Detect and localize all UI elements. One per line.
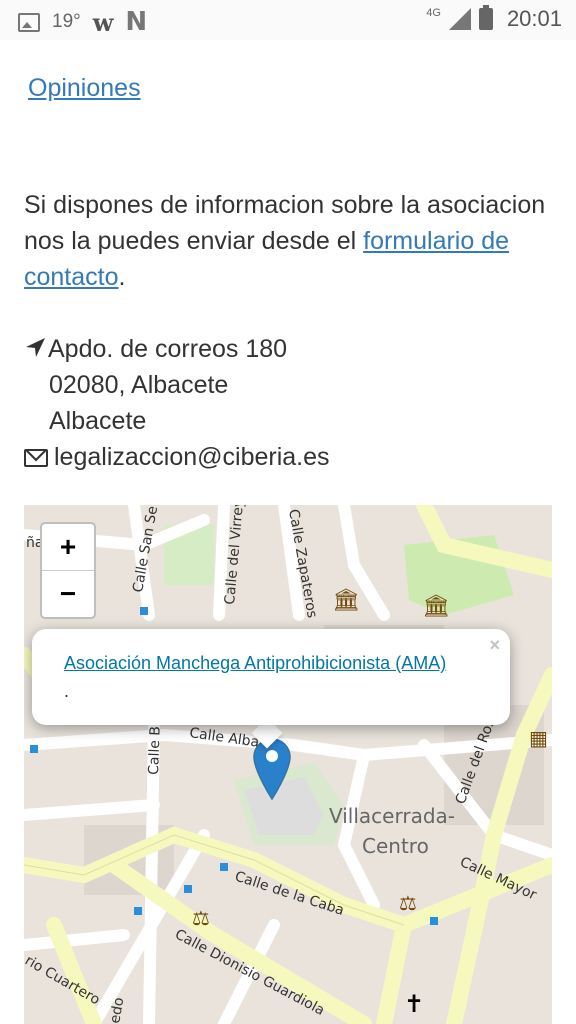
temperature: 19° — [52, 11, 81, 32]
network-type: 4G — [426, 7, 441, 19]
cinema-icon: ▦ — [529, 728, 548, 750]
netflix-icon: N — [125, 7, 148, 37]
zoom-out-button[interactable]: − — [42, 570, 94, 617]
address-block: Apdo. de correos 180 02080, Albacete Alb… — [24, 331, 330, 475]
opiniones-link[interactable]: Opiniones — [28, 74, 141, 103]
image-icon — [18, 12, 40, 32]
zoom-control: + − — [40, 522, 96, 619]
map-marker-icon[interactable] — [252, 737, 292, 801]
zoom-in-button[interactable]: + — [42, 524, 94, 570]
popup-close-button[interactable]: × — [489, 635, 500, 656]
church-icon: ✝ — [404, 991, 424, 1018]
map-district-2: Centro — [362, 834, 429, 858]
status-bar: 19° w N 4G 20:01 — [0, 0, 576, 40]
wattpad-icon: w — [92, 7, 114, 37]
map-label-calle-b: Calle B — [146, 726, 164, 775]
email-address[interactable]: legalizaccion@ciberia.es — [54, 439, 330, 475]
signal-icon — [448, 8, 471, 30]
map-district-1: Villacerrada- — [329, 804, 455, 828]
clock: 20:01 — [506, 6, 562, 31]
map[interactable]: Calle San Se Calle del Virrey Calle Zapa… — [24, 505, 552, 1024]
popup-title-link[interactable]: Asociación Manchega Antiprohibicionista … — [64, 653, 446, 674]
courthouse-icon: ⚖ — [192, 908, 210, 930]
address-line-1: Apdo. de correos 180 — [48, 335, 288, 363]
courthouse-icon-2: ⚖ — [399, 893, 417, 915]
museum-icon: 🏛 — [332, 587, 360, 612]
museum-icon-2: 🏛 — [422, 593, 450, 618]
location-arrow-icon — [26, 338, 45, 357]
battery-icon — [478, 5, 493, 30]
info-paragraph: Si dispones de informacion sobre la asoc… — [24, 187, 554, 295]
address-line-2: 02080, Albacete — [49, 371, 229, 399]
map-popup: × Asociación Manchega Antiprohibicionist… — [32, 629, 510, 725]
popup-subtext: . — [64, 681, 70, 701]
envelope-icon — [24, 449, 48, 467]
address-line-3: Albacete — [49, 407, 147, 435]
info-end: . — [118, 263, 126, 291]
